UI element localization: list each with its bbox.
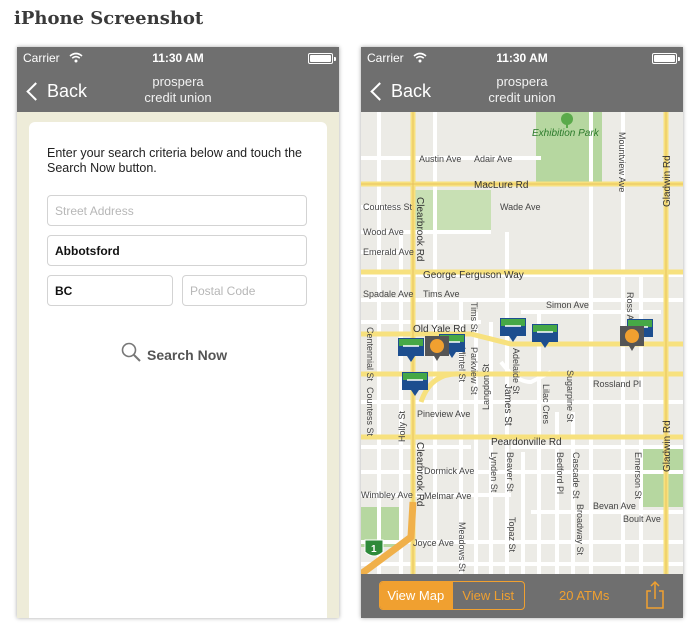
- view-toggle: View Map View List: [379, 581, 525, 610]
- brand-title: prospera credit union: [17, 74, 339, 106]
- atm-map[interactable]: Exhibition Park Austin Ave Adair Ave Mac…: [361, 112, 683, 574]
- battery-icon: [308, 53, 336, 64]
- street-label: Simon Ave: [546, 300, 589, 310]
- brand-title: prospera credit union: [361, 74, 683, 106]
- street-label: Austin Ave: [419, 154, 461, 164]
- clock: 11:30 AM: [496, 51, 548, 65]
- street-label: Beaver St: [505, 452, 515, 492]
- street-label: Centennial St: [365, 327, 375, 382]
- street-label: Bedford Pl: [555, 452, 565, 494]
- status-bar: Carrier 11:30 AM: [361, 51, 683, 67]
- status-bar: Carrier 11:30 AM: [17, 51, 339, 67]
- street-label: Emerald Ave: [363, 247, 414, 257]
- map-canvas: Exhibition Park Austin Ave Adair Ave Mac…: [361, 112, 683, 574]
- street-label: Wade Ave: [500, 202, 541, 212]
- street-label: Spadale Ave: [363, 289, 413, 299]
- navigation-bar: Carrier 11:30 AM Back prospera credit un…: [17, 47, 339, 112]
- street-label: Gladwin Rd: [662, 155, 673, 207]
- street-label: Broadway St: [575, 504, 585, 556]
- street-label: Tims St: [469, 302, 479, 333]
- highway-shield-icon: 1: [364, 539, 384, 557]
- street-label: Mintel St: [457, 347, 467, 383]
- street-label: Adair Ave: [474, 154, 512, 164]
- street-label: Mountview Ave: [617, 132, 627, 192]
- street-label: Tims Ave: [423, 289, 460, 299]
- street-label: Emerson St: [633, 452, 643, 500]
- search-now-button[interactable]: Search Now: [120, 341, 227, 368]
- phone-map-screen: Carrier 11:30 AM Back prospera credit un…: [361, 47, 683, 618]
- province-input[interactable]: BC: [47, 275, 173, 306]
- search-card: Enter your search criteria below and tou…: [29, 122, 327, 618]
- atm-count-label: 20 ATMs: [559, 588, 610, 603]
- navigation-bar: Carrier 11:30 AM Back prospera credit un…: [361, 47, 683, 112]
- street-label: Parkview St: [469, 347, 479, 395]
- street-label: Countess St: [363, 202, 413, 212]
- battery-icon: [652, 53, 680, 64]
- clock: 11:30 AM: [152, 51, 204, 65]
- street-label: Countess St: [365, 387, 375, 437]
- street-label: Wood Ave: [363, 227, 404, 237]
- street-label: Lynden St: [489, 452, 499, 493]
- street-label: Lilac Cres: [541, 384, 551, 425]
- street-label: Meadows St: [457, 522, 467, 572]
- postal-code-input[interactable]: Postal Code: [182, 275, 307, 306]
- bottom-toolbar: View Map View List 20 ATMs: [361, 574, 683, 618]
- street-label: Gladwin Rd: [662, 420, 673, 472]
- street-label: MacLure Rd: [474, 180, 528, 191]
- street-label: Pineview Ave: [417, 409, 470, 419]
- search-instructions: Enter your search criteria below and tou…: [47, 146, 302, 175]
- street-label: Melmar Ave: [424, 491, 471, 501]
- street-address-input[interactable]: Street Address: [47, 195, 307, 226]
- atm-pin-icon[interactable]: [425, 336, 449, 361]
- street-label: Langdon St: [481, 363, 491, 410]
- street-label: Bevan Ave: [593, 501, 636, 511]
- city-input[interactable]: Abbotsford: [47, 235, 307, 266]
- search-background: Enter your search criteria below and tou…: [17, 112, 339, 618]
- street-label: Boult Ave: [623, 514, 661, 524]
- street-label: Clearbrook Rd: [414, 197, 425, 261]
- street-label: Sugarpine St: [565, 370, 575, 423]
- brand-line-2: credit union: [144, 90, 212, 105]
- magnifier-icon: [120, 341, 142, 368]
- park-area: [639, 447, 683, 507]
- street-label: Holly St: [397, 410, 407, 442]
- brand-line-2: credit union: [488, 90, 556, 105]
- street-label: Clearbrook Rd: [414, 442, 425, 506]
- park-label: Exhibition Park: [532, 128, 600, 139]
- street-label: Old Yale Rd: [413, 324, 466, 335]
- view-map-button[interactable]: View Map: [380, 582, 452, 609]
- street-label: Rossland Pl: [593, 379, 641, 389]
- street-label: Wimbley Ave: [361, 490, 413, 500]
- view-list-button[interactable]: View List: [451, 582, 525, 609]
- street-label: Cascade St: [571, 452, 581, 499]
- street-label: Peardonville Rd: [491, 437, 562, 448]
- page-heading: iPhone Screenshot: [14, 8, 204, 29]
- highway-number: 1: [371, 544, 377, 555]
- street-label: James St: [502, 384, 513, 426]
- street-label: Topaz St: [507, 517, 517, 553]
- atm-pin-icon[interactable]: [500, 318, 526, 342]
- street-label: George Ferguson Way: [423, 270, 524, 281]
- search-now-label: Search Now: [147, 346, 228, 363]
- brand-line-1: prospera: [496, 74, 548, 89]
- share-icon[interactable]: [644, 580, 666, 610]
- street-label: Dormick Ave: [424, 466, 474, 476]
- phone-search-screen: Carrier 11:30 AM Back prospera credit un…: [17, 47, 339, 618]
- street-label: Joyce Ave: [413, 538, 454, 548]
- brand-line-1: prospera: [152, 74, 204, 89]
